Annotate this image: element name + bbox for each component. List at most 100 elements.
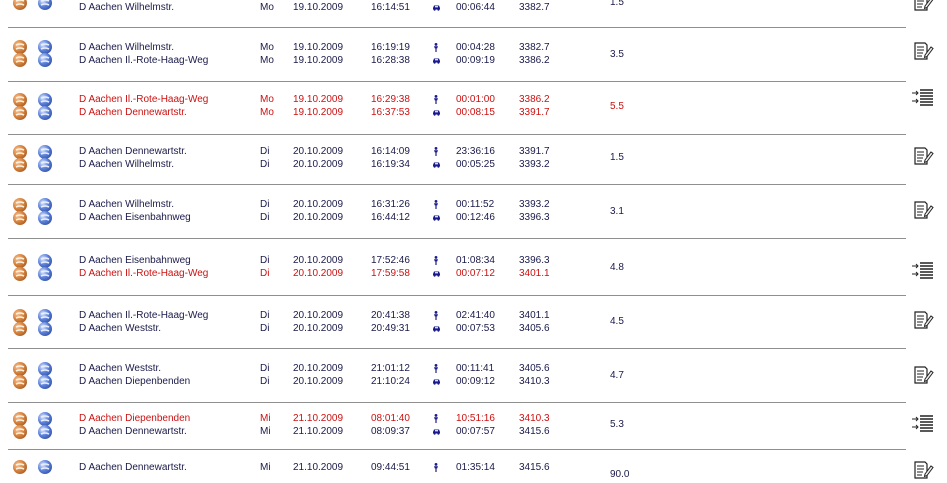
weekday: Mo xyxy=(260,107,274,118)
document-edit-icon[interactable] xyxy=(912,146,934,166)
car-icon xyxy=(432,56,440,65)
place-name: D Aachen Wilhelmstr. xyxy=(79,2,175,13)
weekday: Mi xyxy=(260,413,271,424)
merge-list-icon[interactable] xyxy=(912,262,934,282)
weekday: Mo xyxy=(260,94,274,105)
date: 20.10.2009 xyxy=(293,363,344,374)
time: 08:01:40 xyxy=(371,413,410,424)
date: 19.10.2009 xyxy=(293,2,344,13)
car-icon xyxy=(432,269,440,278)
time: 16:14:09 xyxy=(371,146,410,157)
weekday: Di xyxy=(260,323,270,334)
place-name: D Aachen Wilhelmstr. xyxy=(79,199,175,210)
trip-line: D Aachen Eisenbahnweg Di 20.10.2009 16:44:1… xyxy=(0,211,947,224)
odometer-km: 3386.2 xyxy=(519,55,550,66)
date: 21.10.2009 xyxy=(293,462,344,473)
walk-icon xyxy=(432,256,440,265)
date: 19.10.2009 xyxy=(293,107,344,118)
distance-km: 3.1 xyxy=(610,206,624,217)
duration: 00:04:28 xyxy=(456,42,495,53)
merge-list-icon[interactable] xyxy=(912,415,934,435)
trip-line: D Aachen Dennewartstr. Mo 19.10.2009 16:37:… xyxy=(0,106,947,119)
row-separator xyxy=(8,134,906,135)
duration: 00:09:19 xyxy=(456,55,495,66)
time: 17:52:46 xyxy=(371,255,410,266)
weekday: Di xyxy=(260,146,270,157)
row-separator xyxy=(8,81,906,82)
odometer-km: 3415.6 xyxy=(519,462,550,473)
place-name: D Aachen Dennewartstr. xyxy=(79,426,187,437)
duration: 00:05:25 xyxy=(456,159,495,170)
document-edit-icon[interactable] xyxy=(912,200,934,220)
document-edit-icon[interactable] xyxy=(912,460,934,480)
odometer-km: 3382.7 xyxy=(519,2,550,13)
odometer-km: 3401.1 xyxy=(519,310,550,321)
walk-icon xyxy=(432,311,440,320)
document-edit-icon[interactable] xyxy=(912,365,934,385)
place-name: D Aachen Dennewartstr. xyxy=(79,146,187,157)
walk-icon xyxy=(432,43,440,52)
odometer-km: 3382.7 xyxy=(519,42,550,53)
duration: 00:06:44 xyxy=(456,2,495,13)
date: 19.10.2009 xyxy=(293,42,344,53)
date: 20.10.2009 xyxy=(293,310,344,321)
walk-icon xyxy=(432,95,440,104)
odometer-km: 3405.6 xyxy=(519,363,550,374)
trip-line: D Aachen Wilhelmstr. Mo 19.10.2009 16:14:51… xyxy=(0,1,947,14)
car-icon xyxy=(432,108,440,117)
walk-icon xyxy=(432,414,440,423)
duration: 00:01:00 xyxy=(456,94,495,105)
merge-list-icon[interactable] xyxy=(912,89,934,109)
weekday: Mo xyxy=(260,2,274,13)
odometer-km: 3393.2 xyxy=(519,159,550,170)
date: 19.10.2009 xyxy=(293,94,344,105)
walk-icon xyxy=(432,200,440,209)
place-name: D Aachen Il.-Rote-Haag-Weg xyxy=(79,268,209,279)
odometer-km: 3393.2 xyxy=(519,199,550,210)
time: 08:09:37 xyxy=(371,426,410,437)
time: 16:19:19 xyxy=(371,42,410,53)
row-separator xyxy=(8,402,906,403)
duration: 23:36:16 xyxy=(456,146,495,157)
weekday: Mo xyxy=(260,42,274,53)
time: 20:49:31 xyxy=(371,323,410,334)
row-separator xyxy=(8,348,906,349)
time: 17:59:58 xyxy=(371,268,410,279)
weekday: Mi xyxy=(260,426,271,437)
odometer-km: 3396.3 xyxy=(519,255,550,266)
walk-icon xyxy=(432,147,440,156)
trip-line: D Aachen Wilhelmstr. Di 20.10.2009 16:31:26… xyxy=(0,198,947,211)
place-name: D Aachen Weststr. xyxy=(79,323,162,334)
place-name: D Aachen Eisenbahnweg xyxy=(79,255,191,266)
place-name: D Aachen Diepenbenden xyxy=(79,376,191,387)
trip-line: D Aachen Il.-Rote-Haag-Weg Mo 19.10.2009 16… xyxy=(0,93,947,106)
distance-km: 5.3 xyxy=(610,419,624,430)
row-separator xyxy=(8,238,906,239)
odometer-km: 3415.6 xyxy=(519,426,550,437)
distance-km: 4.5 xyxy=(610,316,624,327)
trip-line: D Aachen Weststr. Di 20.10.2009 21:01:12 00:… xyxy=(0,362,947,375)
trip-line: D Aachen Dennewartstr. Mi 21.10.2009 09:44:… xyxy=(0,461,947,474)
weekday: Di xyxy=(260,376,270,387)
document-edit-icon[interactable] xyxy=(912,310,934,330)
document-edit-icon[interactable] xyxy=(912,0,934,12)
time: 21:10:24 xyxy=(371,376,410,387)
place-name: D Aachen Dennewartstr. xyxy=(79,107,187,118)
odometer-km: 3405.6 xyxy=(519,323,550,334)
trip-line: D Aachen Diepenbenden Di 20.10.2009 21:10:2… xyxy=(0,375,947,388)
odometer-km: 3386.2 xyxy=(519,94,550,105)
weekday: Di xyxy=(260,159,270,170)
trip-line: D Aachen Wilhelmstr. Di 20.10.2009 16:19:34… xyxy=(0,158,947,171)
row-separator xyxy=(8,449,906,450)
weekday: Di xyxy=(260,268,270,279)
trip-line: D Aachen Diepenbenden Mi 21.10.2009 08:01:4… xyxy=(0,412,947,425)
date: 19.10.2009 xyxy=(293,55,344,66)
distance-km: 1.5 xyxy=(610,152,624,163)
distance-km: 1.5 xyxy=(610,0,624,8)
trip-line: D Aachen Dennewartstr. Di 20.10.2009 16:14:… xyxy=(0,145,947,158)
odometer-km: 3410.3 xyxy=(519,413,550,424)
time: 16:31:26 xyxy=(371,199,410,210)
document-edit-icon[interactable] xyxy=(912,41,934,61)
distance-km: 4.8 xyxy=(610,262,624,273)
duration: 00:08:15 xyxy=(456,107,495,118)
